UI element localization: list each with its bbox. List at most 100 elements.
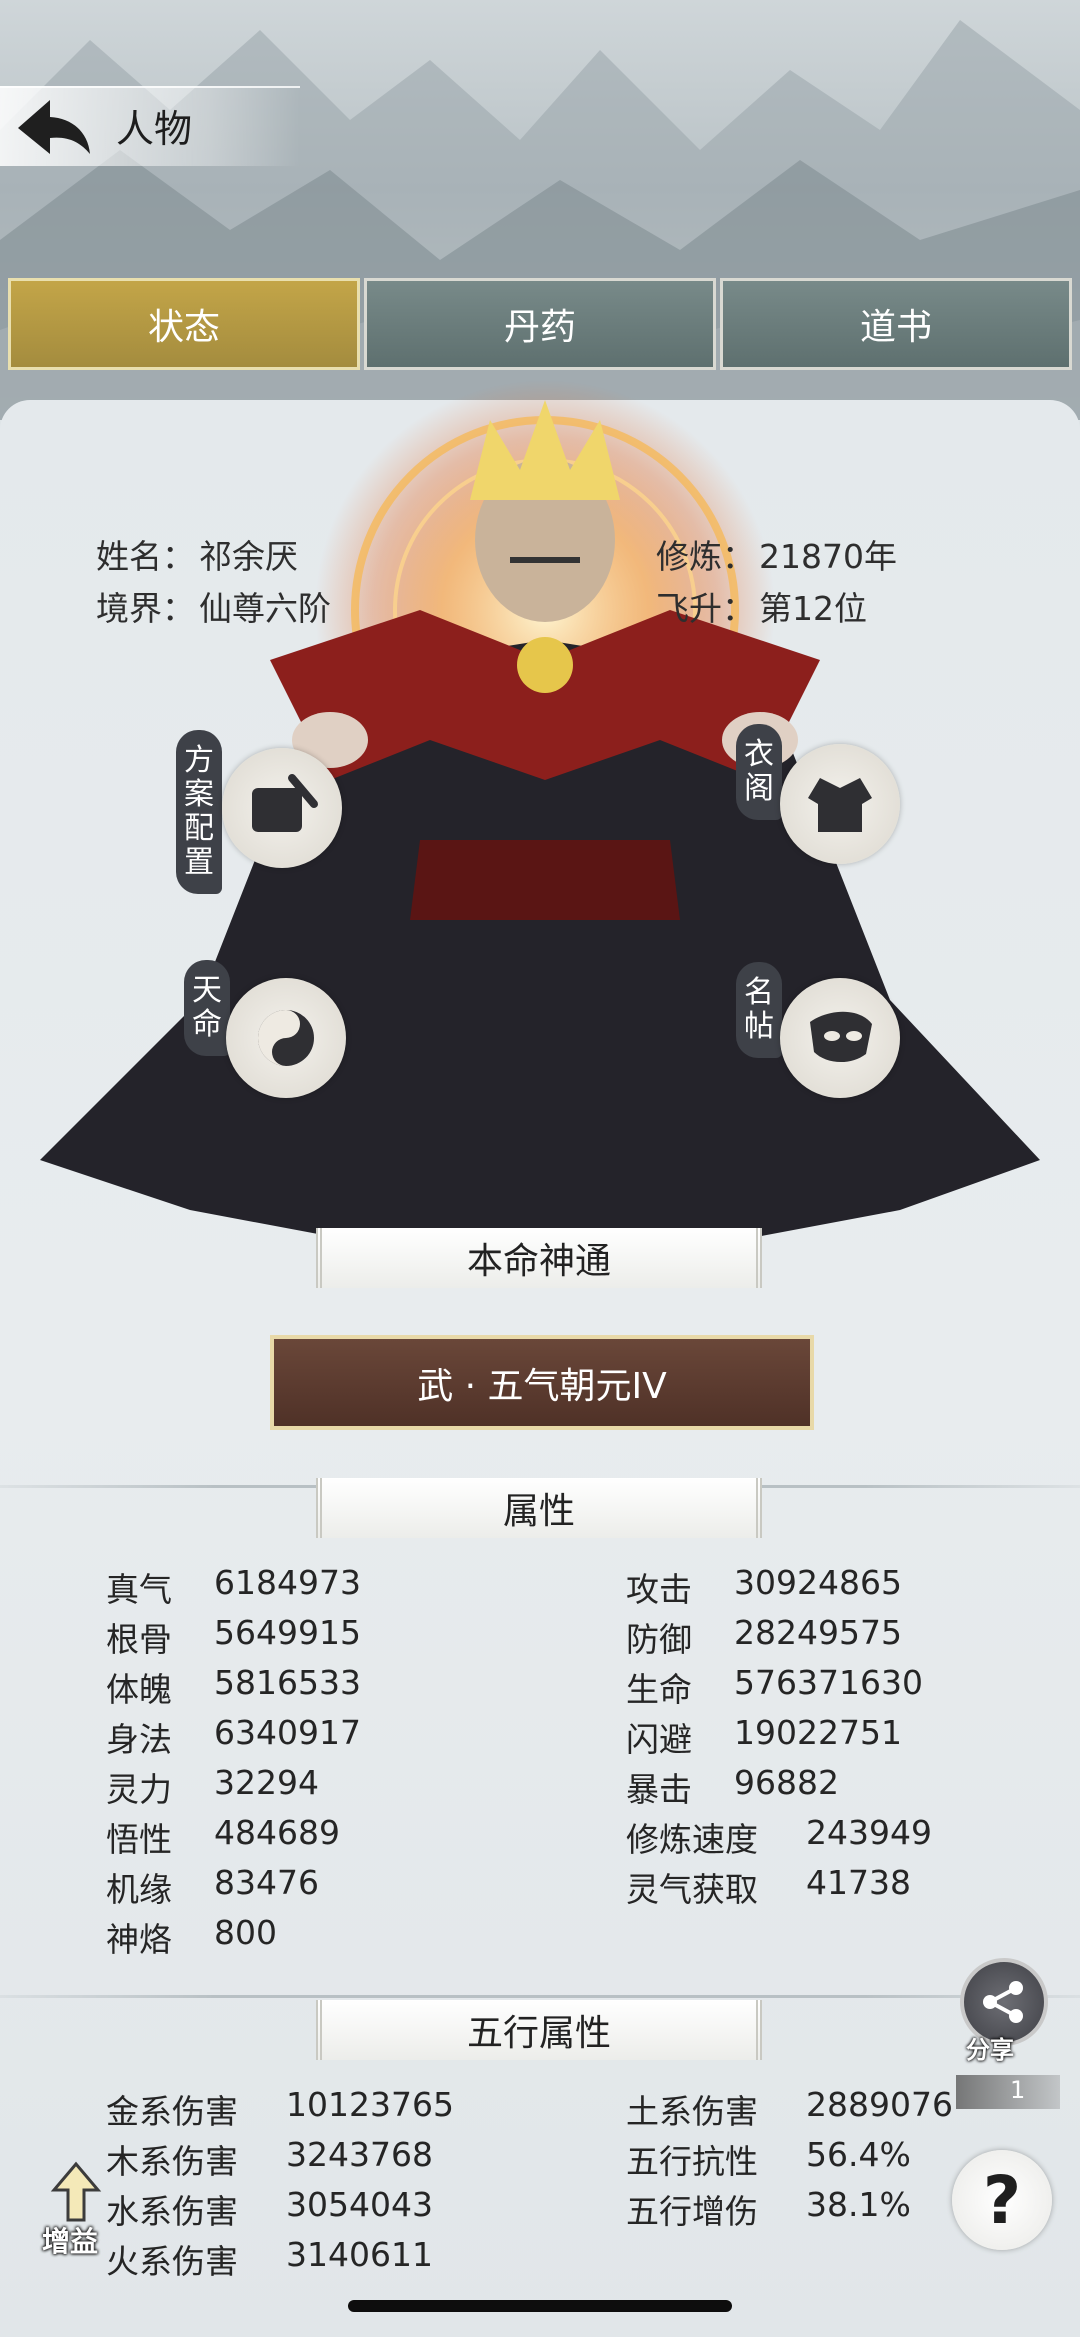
element-value: 3140611 bbox=[286, 2235, 433, 2274]
attribute-label: 生命 bbox=[626, 1670, 692, 1709]
attribute-label: 神烙 bbox=[106, 1920, 172, 1959]
attribute-row: 真气 6184973 bbox=[106, 1563, 361, 1611]
attribute-row: 神烙 800 bbox=[106, 1913, 277, 1961]
plan-config-button[interactable] bbox=[222, 748, 342, 868]
attribute-row: 攻击 30924865 bbox=[626, 1563, 902, 1611]
element-row: 木系伤害 3243768 bbox=[106, 2135, 433, 2183]
innate-skill-button[interactable]: 武 · 五气朝元IV bbox=[270, 1335, 814, 1430]
tab-pills[interactable]: 丹药 bbox=[364, 278, 716, 370]
share-reward-badge bbox=[956, 2075, 1060, 2109]
attribute-row: 防御 28249575 bbox=[626, 1613, 902, 1661]
attribute-label: 真气 bbox=[106, 1570, 172, 1609]
attribute-row: 灵力 32294 bbox=[106, 1763, 319, 1811]
realm-row: 境界： 仙尊六阶 bbox=[96, 582, 331, 630]
tab-status[interactable]: 状态 bbox=[8, 278, 360, 370]
element-value: 56.4% bbox=[806, 2135, 911, 2174]
attributes-heading: 属性 bbox=[316, 1478, 762, 1538]
element-value: 3243768 bbox=[286, 2135, 433, 2174]
attribute-row: 机缘 83476 bbox=[106, 1863, 319, 1911]
attribute-label: 机缘 bbox=[106, 1870, 172, 1909]
element-row: 五行抗性 56.4% bbox=[626, 2135, 911, 2183]
attribute-row: 根骨 5649915 bbox=[106, 1613, 361, 1661]
attribute-value: 576371630 bbox=[734, 1663, 923, 1702]
name-row: 姓名： 祁余厌 bbox=[96, 530, 298, 578]
attribute-label: 防御 bbox=[626, 1620, 692, 1659]
elements-heading: 五行属性 bbox=[316, 2000, 762, 2060]
element-row: 火系伤害 3140611 bbox=[106, 2235, 433, 2283]
attribute-label: 体魄 bbox=[106, 1670, 172, 1709]
home-indicator bbox=[348, 2300, 732, 2312]
divider bbox=[0, 1995, 1080, 1998]
back-arrow-icon bbox=[18, 100, 90, 154]
attribute-label: 闪避 bbox=[626, 1720, 692, 1759]
name-card-label: 名帖 bbox=[736, 962, 782, 1058]
attribute-value: 5649915 bbox=[214, 1613, 361, 1652]
attribute-value: 32294 bbox=[214, 1763, 319, 1802]
attribute-label: 暴击 bbox=[626, 1770, 692, 1809]
attribute-value: 5816533 bbox=[214, 1663, 361, 1702]
back-button[interactable] bbox=[10, 92, 95, 162]
robe-icon bbox=[808, 778, 872, 832]
attribute-value: 28249575 bbox=[734, 1613, 902, 1652]
cultivation-years: 21870年 bbox=[759, 537, 897, 576]
element-label: 水系伤害 bbox=[106, 2192, 238, 2231]
page-title: 人物 bbox=[116, 107, 193, 151]
element-label: 火系伤害 bbox=[106, 2242, 238, 2281]
scroll-brush-icon bbox=[252, 774, 318, 832]
ascension-row: 飞升： 第12位 bbox=[656, 582, 867, 630]
element-label: 五行抗性 bbox=[626, 2142, 758, 2181]
ascension-rank: 第12位 bbox=[759, 589, 867, 628]
cultivation-label: 修炼： bbox=[656, 537, 755, 576]
attribute-label: 灵气获取 bbox=[626, 1870, 758, 1909]
element-label: 五行增伤 bbox=[626, 2192, 758, 2231]
attribute-row: 修炼速度 243949 bbox=[626, 1813, 932, 1861]
attribute-row: 体魄 5816533 bbox=[106, 1663, 361, 1711]
attribute-value: 6184973 bbox=[214, 1563, 361, 1602]
yin-yang-cloud-icon bbox=[258, 1010, 314, 1066]
attribute-row: 暴击 96882 bbox=[626, 1763, 839, 1811]
attribute-value: 41738 bbox=[806, 1863, 911, 1902]
attribute-row: 悟性 484689 bbox=[106, 1813, 340, 1861]
name-label: 姓名： bbox=[96, 537, 195, 576]
attribute-value: 96882 bbox=[734, 1763, 839, 1802]
attribute-row: 身法 6340917 bbox=[106, 1713, 361, 1761]
element-row: 水系伤害 3054043 bbox=[106, 2185, 433, 2233]
element-label: 土系伤害 bbox=[626, 2092, 758, 2131]
element-label: 木系伤害 bbox=[106, 2142, 238, 2181]
mask-icon bbox=[810, 1011, 872, 1063]
destiny-label: 天命 bbox=[184, 960, 230, 1056]
innate-skill-heading: 本命神通 bbox=[316, 1228, 762, 1288]
attribute-row: 生命 576371630 bbox=[626, 1663, 923, 1711]
attribute-label: 修炼速度 bbox=[626, 1820, 758, 1859]
character-realm: 仙尊六阶 bbox=[199, 589, 331, 628]
element-label: 金系伤害 bbox=[106, 2092, 238, 2131]
attribute-value: 484689 bbox=[214, 1813, 340, 1852]
plan-config-label: 方案配置 bbox=[176, 730, 222, 894]
character-name: 祁余厌 bbox=[199, 537, 298, 576]
attribute-value: 83476 bbox=[214, 1863, 319, 1902]
destiny-button[interactable] bbox=[226, 978, 346, 1098]
wardrobe-label: 衣阁 bbox=[736, 724, 782, 820]
share-reward-count: 1 bbox=[1010, 2076, 1026, 2104]
attribute-label: 根骨 bbox=[106, 1620, 172, 1659]
element-row: 五行增伤 38.1% bbox=[626, 2185, 911, 2233]
element-value: 2889076 bbox=[806, 2085, 953, 2124]
tab-daoshu[interactable]: 道书 bbox=[720, 278, 1072, 370]
attribute-row: 闪避 19022751 bbox=[626, 1713, 902, 1761]
name-card-button[interactable] bbox=[780, 978, 900, 1098]
attribute-label: 悟性 bbox=[106, 1820, 172, 1859]
attribute-value: 800 bbox=[214, 1913, 277, 1952]
element-value: 3054043 bbox=[286, 2185, 433, 2224]
attribute-value: 6340917 bbox=[214, 1713, 361, 1752]
attribute-label: 攻击 bbox=[626, 1570, 692, 1609]
share-label: 分享 bbox=[966, 2036, 1014, 2064]
attribute-value: 19022751 bbox=[734, 1713, 902, 1752]
attribute-value: 30924865 bbox=[734, 1563, 902, 1602]
attribute-label: 身法 bbox=[106, 1720, 172, 1759]
element-value: 38.1% bbox=[806, 2185, 911, 2224]
element-value: 10123765 bbox=[286, 2085, 454, 2124]
attribute-label: 灵力 bbox=[106, 1770, 172, 1809]
attribute-row: 灵气获取 41738 bbox=[626, 1863, 911, 1911]
help-button[interactable]: ? bbox=[952, 2150, 1052, 2250]
wardrobe-button[interactable] bbox=[780, 744, 900, 864]
